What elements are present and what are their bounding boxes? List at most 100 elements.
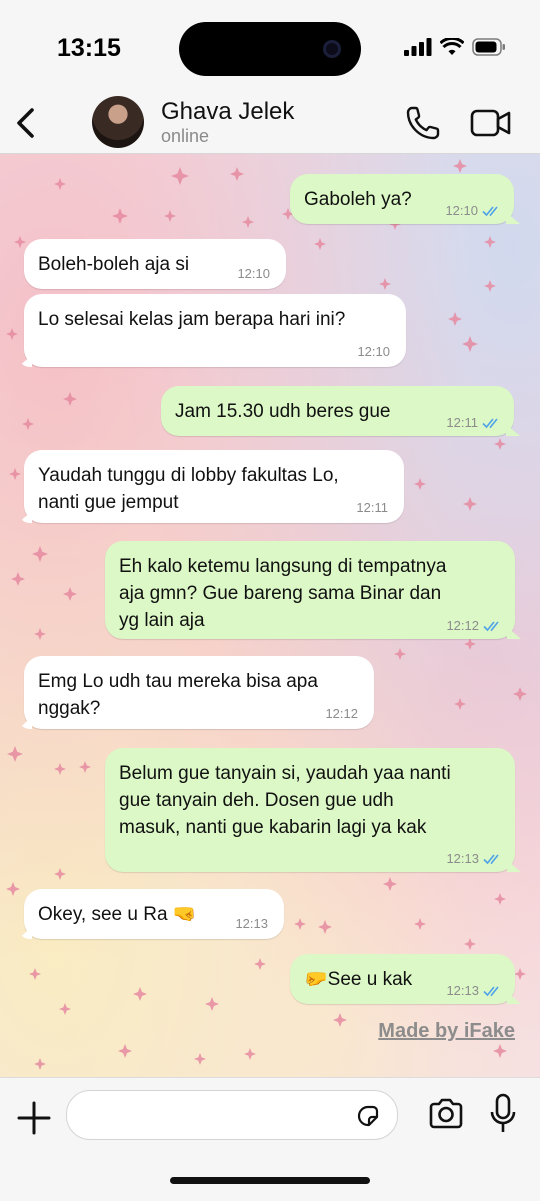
star-decoration xyxy=(79,761,91,773)
message-text: 🤛See u kak xyxy=(304,969,413,990)
star-decoration xyxy=(254,958,266,970)
message-text: Lo selesai kelas jam berapa hari ini? xyxy=(38,309,346,330)
message-text: Eh kalo ketemu langsung di tempatnya aja… xyxy=(119,556,447,631)
star-decoration xyxy=(118,1044,132,1058)
message-bubble-outgoing[interactable]: Belum gue tanyain si, yaudah yaa nanti g… xyxy=(105,748,521,872)
mic-icon[interactable] xyxy=(488,1092,518,1136)
message-bubble-incoming[interactable]: Okey, see u Ra 🤜 12:13 xyxy=(18,889,284,939)
star-decoration xyxy=(54,868,66,880)
message-bubble-outgoing[interactable]: Jam 15.30 udh beres gue 12:11 xyxy=(161,386,520,436)
star-decoration xyxy=(484,236,496,248)
star-decoration xyxy=(14,236,26,248)
message-bubble-incoming[interactable]: Lo selesai kelas jam berapa hari ini? 12… xyxy=(18,294,406,367)
star-decoration xyxy=(464,638,476,650)
star-decoration xyxy=(463,497,477,511)
star-decoration xyxy=(54,178,66,190)
message-text: Emg Lo udh tau mereka bisa apa nggak? xyxy=(38,671,318,719)
star-decoration xyxy=(63,392,77,406)
avatar[interactable] xyxy=(92,96,144,148)
message-bubble-outgoing[interactable]: Eh kalo ketemu langsung di tempatnya aja… xyxy=(105,541,521,639)
message-time: 12:13 xyxy=(446,851,479,866)
star-decoration xyxy=(383,877,397,891)
star-decoration xyxy=(314,238,326,250)
back-arrow-icon[interactable] xyxy=(12,101,42,145)
star-decoration xyxy=(514,968,526,980)
star-decoration xyxy=(484,280,496,292)
star-decoration xyxy=(29,968,41,980)
dynamic-island xyxy=(179,22,361,76)
star-decoration xyxy=(294,918,306,930)
home-indicator xyxy=(170,1177,370,1184)
double-check-icon xyxy=(482,205,498,216)
message-time: 12:12 xyxy=(325,706,358,721)
double-check-icon xyxy=(483,985,499,996)
star-decoration xyxy=(34,1058,46,1070)
status-bar: 13:15 xyxy=(0,0,540,95)
message-text: Belum gue tanyain si, yaudah yaa nanti g… xyxy=(119,763,451,838)
double-check-icon xyxy=(483,620,499,631)
plus-icon[interactable] xyxy=(14,1098,54,1138)
video-call-icon[interactable] xyxy=(470,103,512,143)
message-time: 12:11 xyxy=(446,415,478,430)
star-decoration xyxy=(6,882,20,896)
message-bubble-incoming[interactable]: Boleh-boleh aja si 12:10 xyxy=(24,239,286,289)
camera-icon[interactable] xyxy=(427,1095,465,1133)
star-decoration xyxy=(194,1053,206,1065)
star-decoration xyxy=(318,920,332,934)
star-decoration xyxy=(164,210,176,222)
message-bubble-incoming[interactable]: Emg Lo udh tau mereka bisa apa nggak? 12… xyxy=(18,656,374,729)
message-time: 12:10 xyxy=(237,266,270,281)
star-decoration xyxy=(6,328,18,340)
battery-icon xyxy=(472,38,505,56)
star-decoration xyxy=(448,312,462,326)
star-decoration xyxy=(394,648,406,660)
star-decoration xyxy=(7,746,23,762)
message-time: 12:12 xyxy=(446,618,479,633)
status-time: 13:15 xyxy=(57,34,121,62)
message-text: Okey, see u Ra 🤜 xyxy=(38,904,197,925)
star-decoration xyxy=(513,687,527,701)
message-time: 12:13 xyxy=(235,916,268,931)
star-decoration xyxy=(462,336,478,352)
star-decoration xyxy=(454,698,466,710)
star-decoration xyxy=(32,546,48,562)
star-decoration xyxy=(242,216,254,228)
double-check-icon xyxy=(483,853,499,864)
chat-area[interactable]: Gaboleh ya? 12:10 Boleh-boleh aja si 12:… xyxy=(0,154,540,1077)
star-decoration xyxy=(11,572,25,586)
star-decoration xyxy=(112,208,128,224)
message-bubble-incoming[interactable]: Yaudah tunggu di lobby fakultas Lo, nant… xyxy=(18,450,404,523)
star-decoration xyxy=(414,478,426,490)
star-decoration xyxy=(171,167,189,185)
double-check-icon xyxy=(482,417,498,428)
star-decoration xyxy=(494,438,506,450)
star-decoration xyxy=(453,159,467,173)
phone-icon[interactable] xyxy=(403,103,443,143)
wifi-icon xyxy=(440,38,464,55)
sticker-icon[interactable] xyxy=(355,1103,381,1129)
message-text: Jam 15.30 udh beres gue xyxy=(175,401,391,422)
message-text: Gaboleh ya? xyxy=(304,189,412,210)
star-decoration xyxy=(494,893,506,905)
star-decoration xyxy=(59,1003,71,1015)
contact-status: online xyxy=(161,126,210,146)
star-decoration xyxy=(22,418,34,430)
contact-name[interactable]: Ghava Jelek xyxy=(161,98,294,126)
message-bubble-outgoing[interactable]: Gaboleh ya? 12:10 xyxy=(290,174,520,224)
message-input[interactable] xyxy=(66,1090,398,1140)
message-time: 12:10 xyxy=(445,203,478,218)
star-decoration xyxy=(63,587,77,601)
star-decoration xyxy=(333,1013,347,1027)
star-decoration xyxy=(464,938,476,950)
message-text: Boleh-boleh aja si xyxy=(38,254,190,275)
star-decoration xyxy=(54,763,66,775)
star-decoration xyxy=(205,997,219,1011)
star-decoration xyxy=(9,468,21,480)
star-decoration xyxy=(244,1048,256,1060)
star-decoration xyxy=(34,628,46,640)
status-icons xyxy=(404,38,506,56)
message-bubble-outgoing[interactable]: 🤛See u kak 12:13 xyxy=(290,954,521,1004)
message-time: 12:11 xyxy=(356,500,388,515)
star-decoration xyxy=(379,278,391,290)
star-decoration xyxy=(230,167,244,181)
